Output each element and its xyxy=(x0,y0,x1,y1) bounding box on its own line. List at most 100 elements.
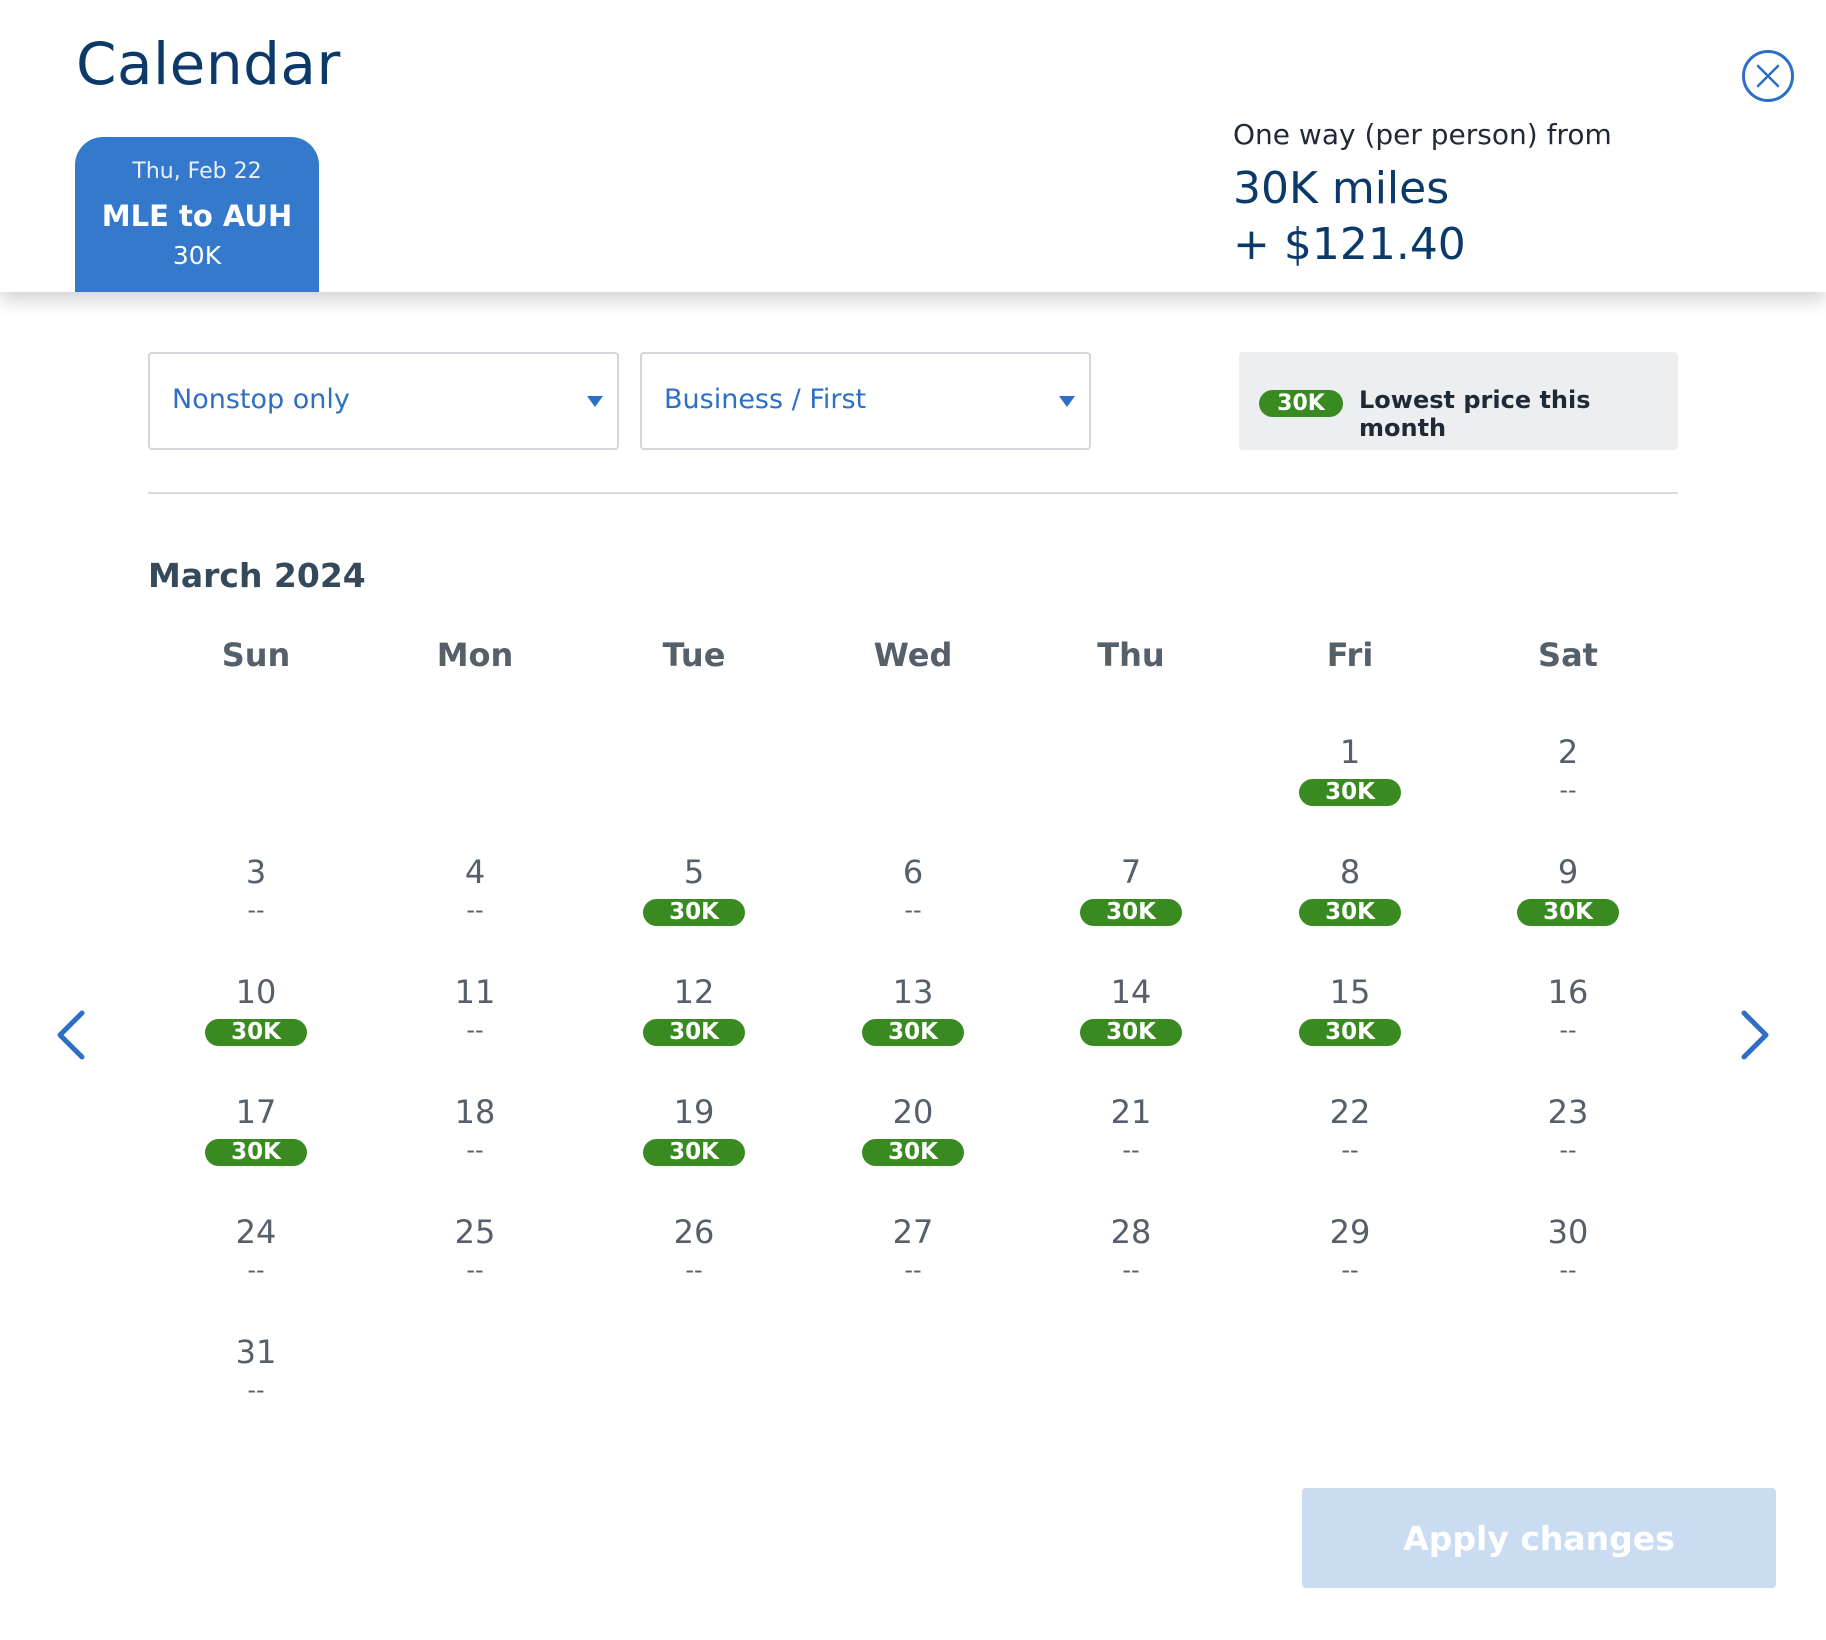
stops-dropdown-value: Nonstop only xyxy=(172,384,350,415)
apply-changes-button[interactable]: Apply changes xyxy=(1302,1488,1776,1588)
lowest-price-badge: 30K xyxy=(1299,899,1401,926)
day-price: -- xyxy=(466,1256,484,1284)
lowest-price-badge: 30K xyxy=(1299,779,1401,806)
day-number: 1 xyxy=(1339,733,1361,771)
page-title: Calendar xyxy=(76,30,341,98)
fare-label: One way (per person) from xyxy=(1233,118,1612,151)
chevron-left-icon xyxy=(57,1010,85,1060)
weekday-fri: Fri xyxy=(1326,636,1374,674)
cabin-dropdown[interactable]: Business / First xyxy=(640,352,1091,450)
day-price: -- xyxy=(904,1256,922,1284)
calendar-day-12[interactable]: 12 30K xyxy=(604,973,784,1073)
calendar-day-22[interactable]: 22 -- xyxy=(1260,1093,1440,1193)
divider xyxy=(148,492,1678,494)
calendar-day-26[interactable]: 26 -- xyxy=(604,1213,784,1313)
calendar-day-16[interactable]: 16 -- xyxy=(1478,973,1658,1073)
day-price: -- xyxy=(466,1016,484,1044)
lowest-price-badge: 30K xyxy=(862,1019,964,1046)
day-number: 3 xyxy=(245,853,267,891)
day-price: -- xyxy=(1341,1136,1359,1164)
calendar-day-14[interactable]: 14 30K xyxy=(1041,973,1221,1073)
calendar-day-6[interactable]: 6 -- xyxy=(823,853,1003,953)
calendar-day-11[interactable]: 11 -- xyxy=(385,973,565,1073)
calendar-day-28[interactable]: 28 -- xyxy=(1041,1213,1221,1313)
day-number: 18 xyxy=(454,1093,496,1131)
calendar-day-19[interactable]: 19 30K xyxy=(604,1093,784,1193)
day-number: 12 xyxy=(673,973,715,1011)
day-number: 11 xyxy=(454,973,496,1011)
lowest-price-badge: 30K xyxy=(205,1019,307,1046)
legend-text: Lowest price this month xyxy=(1359,386,1591,442)
day-number: 14 xyxy=(1110,973,1152,1011)
day-price: -- xyxy=(685,1256,703,1284)
flight-route: MLE to AUH xyxy=(101,199,293,233)
calendar-day-27[interactable]: 27 -- xyxy=(823,1213,1003,1313)
lowest-price-badge: 30K xyxy=(862,1139,964,1166)
day-price: -- xyxy=(904,896,922,924)
cabin-dropdown-value: Business / First xyxy=(664,384,867,415)
calendar-day-29[interactable]: 29 -- xyxy=(1260,1213,1440,1313)
calendar-day-31[interactable]: 31 -- xyxy=(166,1333,346,1433)
day-number: 25 xyxy=(454,1213,496,1251)
day-number: 21 xyxy=(1110,1093,1152,1131)
weekday-sun: Sun xyxy=(221,636,291,674)
fare-miles: 30K miles xyxy=(1233,163,1450,214)
lowest-price-badge: 30K xyxy=(1517,899,1619,926)
previous-month-button[interactable] xyxy=(52,1005,92,1065)
weekday-wed: Wed xyxy=(873,636,953,674)
lowest-price-badge: 30K xyxy=(1080,1019,1182,1046)
calendar-day-5[interactable]: 5 30K xyxy=(604,853,784,953)
calendar-day-3[interactable]: 3 -- xyxy=(166,853,346,953)
calendar-day-10[interactable]: 10 30K xyxy=(166,973,346,1073)
calendar-day-7[interactable]: 7 30K xyxy=(1041,853,1221,953)
flight-tab-mle-auh[interactable]: Thu, Feb 22 MLE to AUH 30K xyxy=(75,137,319,292)
day-number: 26 xyxy=(673,1213,715,1251)
day-number: 22 xyxy=(1329,1093,1371,1131)
day-number: 6 xyxy=(902,853,924,891)
day-number: 19 xyxy=(673,1093,715,1131)
fare-cash: + $121.40 xyxy=(1233,219,1466,270)
day-price: -- xyxy=(466,896,484,924)
lowest-price-badge: 30K xyxy=(205,1139,307,1166)
stops-dropdown[interactable]: Nonstop only xyxy=(148,352,619,450)
day-price: -- xyxy=(466,1136,484,1164)
calendar-day-15[interactable]: 15 30K xyxy=(1260,973,1440,1073)
calendar-day-18[interactable]: 18 -- xyxy=(385,1093,565,1193)
close-button[interactable] xyxy=(1742,50,1794,102)
calendar-day-21[interactable]: 21 -- xyxy=(1041,1093,1221,1193)
calendar-day-4[interactable]: 4 -- xyxy=(385,853,565,953)
calendar-day-30[interactable]: 30 -- xyxy=(1478,1213,1658,1313)
day-number: 31 xyxy=(235,1333,277,1371)
day-price: -- xyxy=(1341,1256,1359,1284)
calendar-day-20[interactable]: 20 30K xyxy=(823,1093,1003,1193)
flight-date: Thu, Feb 22 xyxy=(132,159,262,184)
day-number: 13 xyxy=(892,973,934,1011)
calendar-day-23[interactable]: 23 -- xyxy=(1478,1093,1658,1193)
calendar-day-9[interactable]: 9 30K xyxy=(1478,853,1658,953)
calendar-day-8[interactable]: 8 30K xyxy=(1260,853,1440,953)
month-title: March 2024 xyxy=(148,556,366,595)
day-price: -- xyxy=(1559,1136,1577,1164)
day-price: -- xyxy=(1122,1256,1140,1284)
calendar-day-13[interactable]: 13 30K xyxy=(823,973,1003,1073)
chevron-right-icon xyxy=(1741,1010,1769,1060)
day-price: -- xyxy=(1122,1136,1140,1164)
next-month-button[interactable] xyxy=(1734,1005,1774,1065)
day-number: 15 xyxy=(1329,973,1371,1011)
calendar-day-25[interactable]: 25 -- xyxy=(385,1213,565,1313)
calendar-day-2[interactable]: 2 -- xyxy=(1478,733,1658,833)
day-number: 23 xyxy=(1547,1093,1589,1131)
calendar-day-24[interactable]: 24 -- xyxy=(166,1213,346,1313)
flight-price: 30K xyxy=(172,241,222,270)
weekday-mon: Mon xyxy=(436,636,514,674)
day-number: 16 xyxy=(1547,973,1589,1011)
day-number: 5 xyxy=(683,853,705,891)
day-number: 9 xyxy=(1557,853,1579,891)
day-number: 2 xyxy=(1557,733,1579,771)
day-number: 10 xyxy=(235,973,277,1011)
day-number: 17 xyxy=(235,1093,277,1131)
calendar-day-17[interactable]: 17 30K xyxy=(166,1093,346,1193)
day-number: 7 xyxy=(1120,853,1142,891)
weekday-sat: Sat xyxy=(1538,636,1598,674)
calendar-day-1[interactable]: 1 30K xyxy=(1260,733,1440,833)
